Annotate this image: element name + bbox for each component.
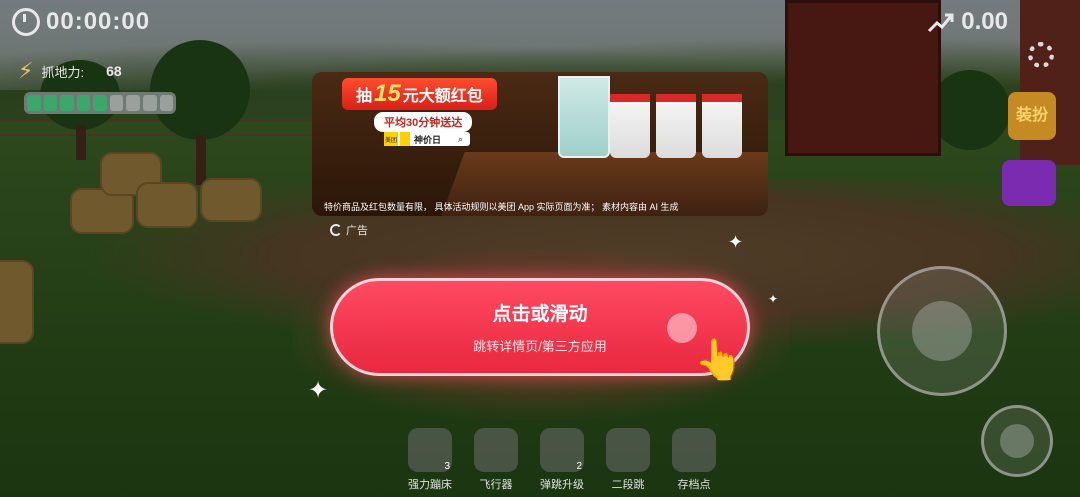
chick-icon xyxy=(1000,424,1034,458)
drink-cup-image xyxy=(558,76,610,158)
ad-label: 广告 xyxy=(330,222,368,238)
grip-bar-segment xyxy=(126,95,140,111)
skill-name: 强力蹦床 xyxy=(408,479,452,491)
ad-headline-prefix: 抽 xyxy=(356,88,373,105)
grip-bar-segment xyxy=(93,95,107,111)
ad-label-text: 广告 xyxy=(346,225,368,237)
ad-headline-suffix: 元大额红包 xyxy=(402,88,483,105)
search-icon: ⌕ xyxy=(458,133,464,144)
skill-name: 二段跳 xyxy=(611,479,645,491)
sparkle-icon: ✦ xyxy=(308,377,329,404)
drink-cup-image xyxy=(610,94,650,158)
skill-slot[interactable]: 存档点 xyxy=(666,428,722,492)
ad-disclaimer: 特价商品及红包数量有限， 具体活动规则以美团 App 实际页面为准； 素材内容由… xyxy=(324,202,679,212)
trend-up-icon xyxy=(928,13,954,33)
grip-bar-segment xyxy=(76,95,91,111)
grip-bar xyxy=(24,92,176,114)
tap-indicator xyxy=(667,313,697,343)
ad-search-query: 神价日 xyxy=(414,134,442,145)
grip-label: 抓地力: xyxy=(41,64,85,80)
skill-icon xyxy=(606,428,650,472)
jump-button[interactable] xyxy=(981,405,1053,477)
ad-headline-number: 15 xyxy=(374,80,401,107)
drink-cup-image xyxy=(702,94,742,158)
grip-stat: ⚡ 抓地力: 68 xyxy=(18,58,122,84)
skill-slot[interactable]: 飞行器 xyxy=(468,428,524,492)
gear-icon[interactable] xyxy=(1028,42,1054,68)
clock-icon xyxy=(12,8,40,36)
grip-bar-segment xyxy=(142,95,157,111)
movement-joystick[interactable] xyxy=(877,266,1007,396)
cta-subtitle: 跳转详情页/第三方应用 xyxy=(473,339,607,354)
skill-name: 弹跳升级 xyxy=(540,479,584,491)
skill-count: 3 xyxy=(444,461,450,472)
skill-icon: 2 xyxy=(540,428,584,472)
ad-banner[interactable]: 抽 15 元大额红包 平均30分钟送达 美团 神价日 ⌕ 特价商品及红包数量有限… xyxy=(312,72,768,216)
ad-swirl-icon xyxy=(330,224,342,236)
grip-bar-segment xyxy=(159,95,174,111)
dress-up-button[interactable]: 装扮 xyxy=(1008,92,1056,140)
timer: 00:00:00 xyxy=(12,8,150,36)
skill-slot[interactable]: 3 强力蹦床 xyxy=(402,428,458,492)
skill-slot[interactable]: 二段跳 xyxy=(600,428,656,492)
grip-value: 68 xyxy=(106,63,122,79)
skill-name: 飞行器 xyxy=(479,479,513,491)
skill-bar: 3 强力蹦床 飞行器 2 弹跳升级 二段跳 存档点 xyxy=(402,428,722,492)
lightning-icon: ⚡ xyxy=(18,58,34,83)
dress-up-label: 装扮 xyxy=(1015,107,1048,124)
grip-bar-segment xyxy=(27,95,41,111)
skill-icon xyxy=(672,428,716,472)
sparkle-icon: ✦ xyxy=(728,232,744,252)
score: 0.00 xyxy=(927,8,1008,36)
skill-icon xyxy=(474,428,518,472)
skill-icon: 3 xyxy=(408,428,452,472)
chick-icon xyxy=(912,301,972,361)
sparkle-icon: ✦ xyxy=(768,292,779,306)
skill-name: 存档点 xyxy=(677,479,711,491)
event-badge[interactable] xyxy=(1002,160,1056,206)
ad-search-bar: 美团 神价日 ⌕ xyxy=(384,132,470,146)
timer-value: 00:00:00 xyxy=(46,8,151,35)
drink-cup-image xyxy=(656,94,696,158)
cta-title: 点击或滑动 xyxy=(492,304,588,325)
grip-bar-segment xyxy=(43,95,58,111)
meituan-logo: 美团 xyxy=(384,132,398,146)
score-value: 0.00 xyxy=(961,8,1008,35)
skill-count: 2 xyxy=(576,461,582,472)
ad-cta-button[interactable]: 点击或滑动 跳转详情页/第三方应用 xyxy=(330,278,750,376)
hand-pointer-icon: 👆 xyxy=(694,338,744,382)
ad-headline: 抽 15 元大额红包 xyxy=(342,78,497,110)
flash-icon xyxy=(400,132,410,146)
ad-subline: 平均30分钟送达 xyxy=(374,112,473,132)
grip-bar-segment xyxy=(60,95,74,111)
grip-bar-segment xyxy=(109,95,124,111)
skill-slot[interactable]: 2 弹跳升级 xyxy=(534,428,590,492)
